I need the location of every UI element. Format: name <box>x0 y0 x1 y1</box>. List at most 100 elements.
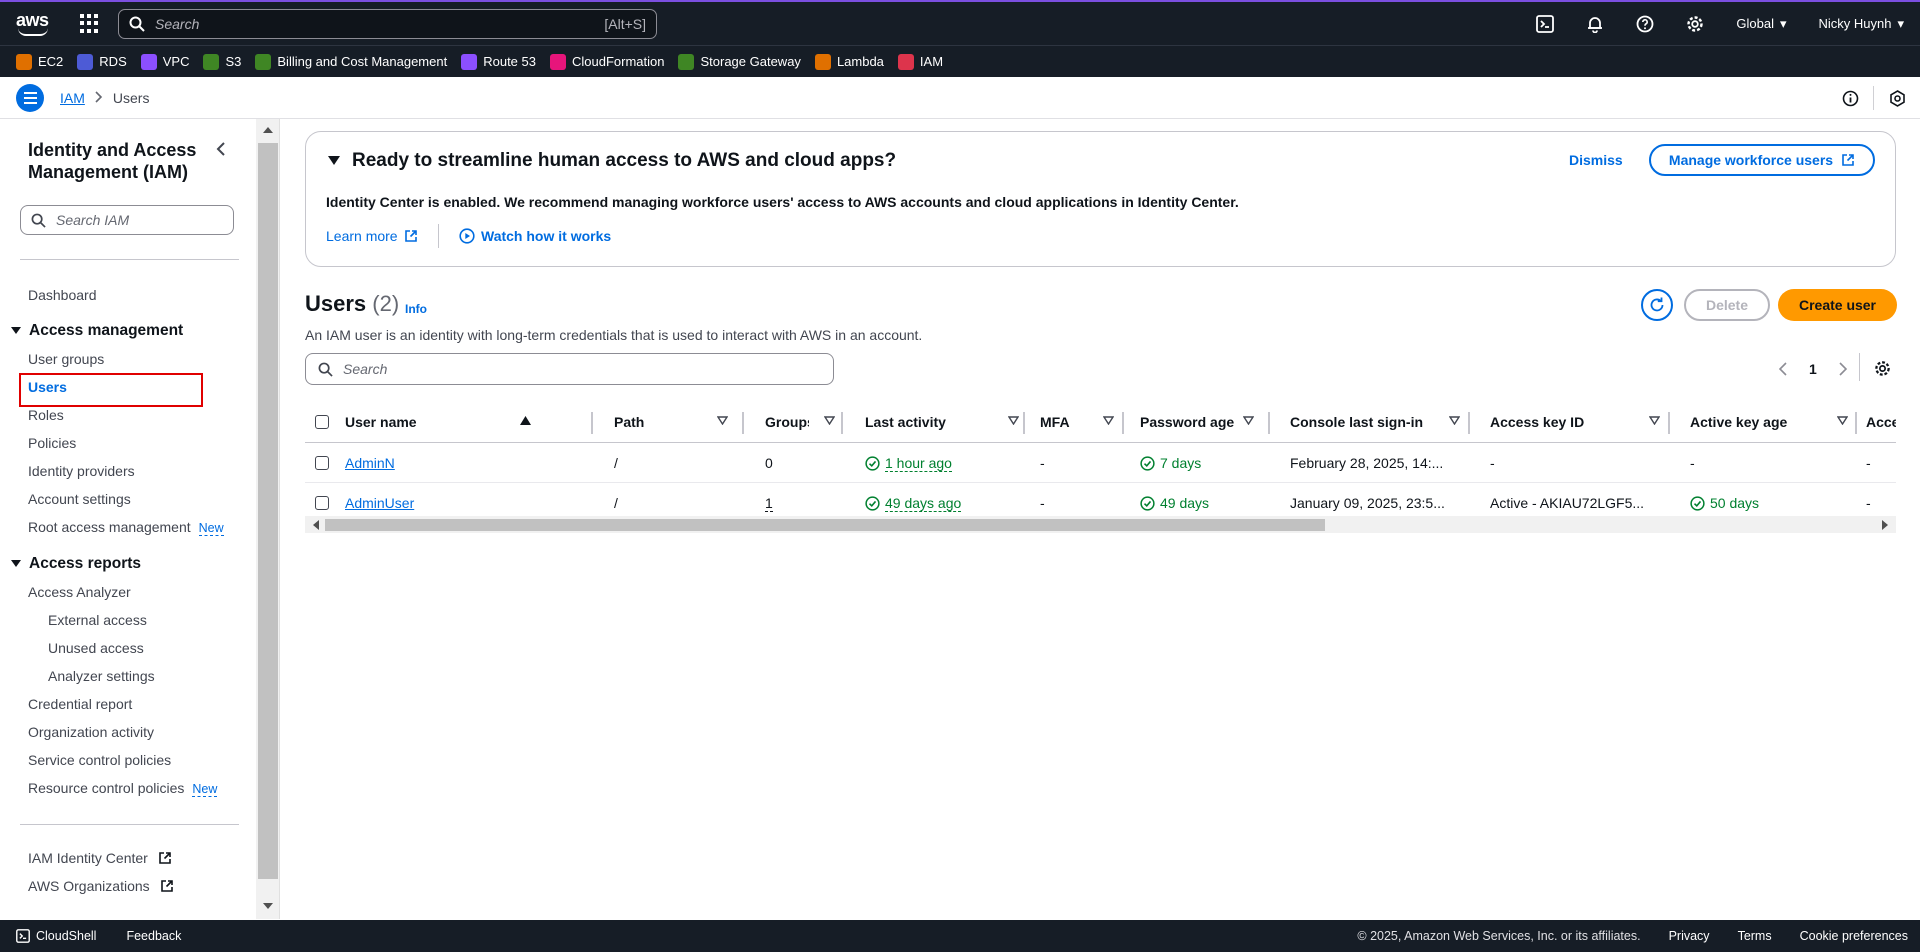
favorite-iam[interactable]: IAM <box>897 53 943 70</box>
delete-button[interactable]: Delete <box>1684 289 1770 321</box>
scroll-up-arrow-icon[interactable] <box>263 127 273 133</box>
scroll-left-arrow-icon[interactable] <box>313 520 319 530</box>
terms-link[interactable]: Terms <box>1738 929 1772 943</box>
sidebar-section-access-reports[interactable]: Access reports <box>11 555 141 573</box>
chevron-left-icon[interactable] <box>1779 362 1787 376</box>
column-header-access-key-last-used[interactable]: Acce <box>1866 401 1896 443</box>
services-grid-icon[interactable] <box>80 13 100 34</box>
user-name-link[interactable]: AdminUser <box>345 495 414 511</box>
info-link[interactable]: Info <box>405 302 427 316</box>
header-label: User name <box>345 414 417 430</box>
account-menu[interactable]: Nicky Huynh ▾ <box>1803 2 1920 45</box>
cloudshell-icon[interactable] <box>1520 2 1570 45</box>
sidebar: Identity and Access Management (IAM) Sea… <box>0 119 256 919</box>
column-header-console-last-sign-in[interactable]: Console last sign-in <box>1290 401 1470 443</box>
refresh-button[interactable] <box>1641 289 1673 321</box>
s3-service-icon <box>203 53 220 70</box>
feedback-link[interactable]: Feedback <box>126 929 181 943</box>
table-row[interactable]: AdminN / 0 1 hour ago - 7 days February … <box>305 443 1896 483</box>
column-header-groups[interactable]: Groups <box>765 401 845 443</box>
table-preferences-gear-icon[interactable] <box>1874 360 1891 380</box>
scroll-right-arrow-icon[interactable] <box>1882 520 1888 530</box>
column-header-access-key-id[interactable]: Access key ID <box>1490 401 1670 443</box>
create-user-button[interactable]: Create user <box>1778 289 1897 321</box>
favorite-vpc[interactable]: VPC <box>140 53 189 70</box>
table-horizontal-scrollbar[interactable] <box>305 516 1896 533</box>
sidebar-item-service-control-policies[interactable]: Service control policies <box>28 752 171 768</box>
play-circle-icon <box>459 228 475 244</box>
users-highlight-annotation <box>19 373 203 407</box>
favorite-ec2[interactable]: EC2 <box>16 53 63 70</box>
last-activity-value[interactable]: 49 days ago <box>885 495 962 512</box>
favorite-label: S3 <box>225 54 242 69</box>
header-label: MFA <box>1040 414 1070 430</box>
sidebar-item-organization-activity[interactable]: Organization activity <box>28 724 154 740</box>
sidebar-item-external-access[interactable]: External access <box>48 612 147 628</box>
sidebar-item-account-settings[interactable]: Account settings <box>28 491 131 507</box>
favorite-rds[interactable]: RDS <box>77 53 127 70</box>
aws-logo[interactable]: aws <box>16 10 62 38</box>
sidebar-item-root-access-management[interactable]: Root access management New <box>28 519 224 536</box>
favorite-billing[interactable]: Billing and Cost Management <box>255 53 447 70</box>
column-header-user-name[interactable]: User name <box>345 401 541 443</box>
last-activity-value[interactable]: 1 hour ago <box>885 455 952 472</box>
scrollbar-thumb[interactable] <box>325 519 1325 531</box>
dismiss-button[interactable]: Dismiss <box>1569 152 1623 168</box>
chevron-right-icon[interactable] <box>1839 362 1847 376</box>
sidebar-item-identity-providers[interactable]: Identity providers <box>28 463 135 479</box>
sidebar-item-roles[interactable]: Roles <box>28 407 64 423</box>
sidebar-item-policies[interactable]: Policies <box>28 435 76 451</box>
sidebar-scrollbar[interactable] <box>256 119 280 919</box>
column-header-mfa[interactable]: MFA <box>1040 401 1124 443</box>
privacy-link[interactable]: Privacy <box>1669 929 1710 943</box>
footer: CloudShell Feedback © 2025, Amazon Web S… <box>0 920 1920 952</box>
favorite-route53[interactable]: Route 53 <box>461 53 536 70</box>
sidebar-item-access-analyzer[interactable]: Access Analyzer <box>28 584 131 600</box>
column-header-active-key-age[interactable]: Active key age <box>1690 401 1858 443</box>
divider <box>1859 353 1860 381</box>
notifications-panel-icon[interactable] <box>1874 77 1920 119</box>
learn-more-link[interactable]: Learn more <box>326 228 418 244</box>
favorite-s3[interactable]: S3 <box>203 53 242 70</box>
users-search-input[interactable]: Search <box>305 353 834 385</box>
row-checkbox[interactable] <box>315 443 329 483</box>
scrollbar-thumb[interactable] <box>258 143 278 879</box>
groups-count[interactable]: 1 <box>765 495 773 512</box>
help-icon[interactable] <box>1620 2 1670 45</box>
sidebar-section-access-management[interactable]: Access management <box>11 322 183 340</box>
sidebar-search-input[interactable]: Search IAM <box>20 205 234 235</box>
cloudshell-footer-button[interactable]: CloudShell <box>16 929 96 943</box>
manage-workforce-users-button[interactable]: Manage workforce users <box>1649 144 1875 176</box>
info-panel-icon[interactable] <box>1827 77 1873 119</box>
column-header-password-age[interactable]: Password age <box>1140 401 1264 443</box>
favorite-cloudformation[interactable]: CloudFormation <box>549 53 664 70</box>
sidebar-item-resource-control-policies[interactable]: Resource control policies New <box>28 780 218 797</box>
scroll-down-arrow-icon[interactable] <box>263 903 273 909</box>
hamburger-menu-icon[interactable] <box>16 83 44 112</box>
region-selector[interactable]: Global ▾ <box>1720 2 1802 45</box>
sidebar-item-unused-access[interactable]: Unused access <box>48 640 144 656</box>
watch-how-it-works-link[interactable]: Watch how it works <box>459 228 611 244</box>
breadcrumb-iam-link[interactable]: IAM <box>60 90 85 106</box>
sidebar-item-analyzer-settings[interactable]: Analyzer settings <box>48 668 155 684</box>
settings-gear-icon[interactable] <box>1670 2 1720 45</box>
cookie-preferences-link[interactable]: Cookie preferences <box>1800 929 1908 943</box>
sidebar-item-dashboard[interactable]: Dashboard <box>28 287 97 303</box>
user-name-link[interactable]: AdminN <box>345 455 395 471</box>
sidebar-item-credential-report[interactable]: Credential report <box>28 696 132 712</box>
column-header-last-activity[interactable]: Last activity <box>865 401 1029 443</box>
current-page[interactable]: 1 <box>1809 361 1817 377</box>
select-all-checkbox[interactable] <box>315 401 329 443</box>
column-header-path[interactable]: Path <box>614 401 738 443</box>
sidebar-item-user-groups[interactable]: User groups <box>28 351 104 367</box>
notifications-bell-icon[interactable] <box>1570 2 1620 45</box>
favorite-storage-gateway[interactable]: Storage Gateway <box>678 53 801 70</box>
banner-title[interactable]: Ready to streamline human access to AWS … <box>328 150 896 172</box>
favorite-lambda[interactable]: Lambda <box>814 53 884 70</box>
global-search-input[interactable]: Search [Alt+S] <box>118 8 657 39</box>
sidebar-item-iam-identity-center[interactable]: IAM Identity Center <box>28 850 172 866</box>
nav-label: Resource control policies <box>28 780 185 796</box>
collapse-sidebar-icon[interactable] <box>216 141 226 160</box>
sidebar-item-aws-organizations[interactable]: AWS Organizations <box>28 878 174 894</box>
cell-user-name[interactable]: AdminN <box>345 443 395 483</box>
